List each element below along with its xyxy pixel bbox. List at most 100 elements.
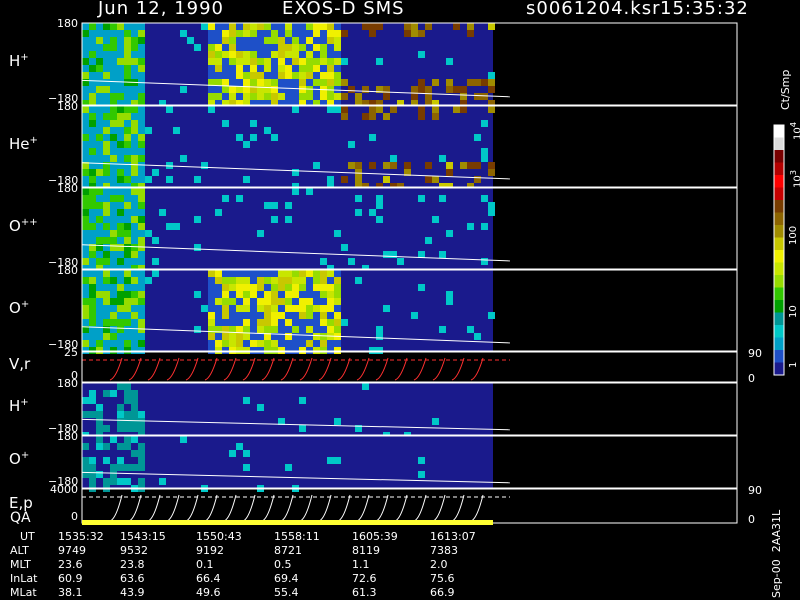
colorbar-segment (774, 137, 784, 150)
panel-7-ymin: 0 (71, 510, 78, 523)
panel-3-ymax: 180 (57, 264, 78, 277)
footer-value: 61.3 (352, 586, 377, 599)
footer-value: 1535:32 (58, 530, 104, 543)
footer-value: 1543:15 (120, 530, 166, 543)
footer-value: 1558:11 (274, 530, 320, 543)
panel-4-sweep (109, 357, 123, 381)
panel-3-label: O+ (9, 298, 30, 317)
footer-value: 8721 (274, 544, 302, 557)
footer-row-label: ALT (10, 544, 29, 557)
colorbar-segment (774, 125, 784, 138)
footer-value: 69.4 (274, 572, 299, 585)
panel-7-sweep (470, 494, 484, 522)
colorbar-tick: 103 (788, 169, 800, 188)
panel-7-sweep (394, 494, 408, 522)
panel-4-sweep (147, 357, 161, 381)
colorbar-segment (774, 362, 784, 375)
panel-4-frame (81, 351, 738, 383)
panel-4-label: V,r (9, 355, 31, 373)
colorbar-segment (774, 237, 784, 250)
colorbar-segment (774, 162, 784, 175)
panel-4-sweep (337, 357, 351, 381)
footer-value: 23.6 (58, 558, 83, 571)
panel-7-sweep (280, 494, 294, 522)
footer-value: 55.4 (274, 586, 299, 599)
panel-4-sweep (166, 357, 180, 381)
colorbar-segment (774, 225, 784, 238)
panel-7-sweep (204, 494, 218, 522)
panel-7-sweep (318, 494, 332, 522)
footer-value: 9532 (120, 544, 148, 557)
panel-4-sweep (451, 357, 465, 381)
footer-side-label: Sep-00 2AA31L (770, 509, 783, 598)
panel-4-sweep (280, 357, 294, 381)
footer-row-label: MLat (10, 586, 37, 599)
panel-6-label: O+ (9, 450, 30, 468)
panel-7-sweep (242, 494, 256, 522)
panel-7-sweep (109, 494, 123, 522)
panel-7-sweep (451, 494, 465, 522)
footer-row-label: UT (20, 530, 35, 543)
colorbar-segment (774, 350, 784, 363)
colorbar-segment (774, 212, 784, 225)
footer-value: 0.5 (274, 558, 292, 571)
panel-4-sweep (394, 357, 408, 381)
footer-value: 60.9 (58, 572, 83, 585)
footer-value: 8119 (352, 544, 380, 557)
header-date: Jun 12, 1990 (98, 0, 225, 19)
colorbar-segment (774, 175, 784, 188)
panel-4-sweep (204, 357, 218, 381)
panel-7-sweep (299, 494, 313, 522)
colorbar-segment (774, 325, 784, 338)
panel-7-sweep (147, 494, 161, 522)
footer-value: 7383 (430, 544, 458, 557)
panel-6-ymax: 180 (57, 430, 78, 443)
panel-4-sweep (413, 357, 427, 381)
footer-value: 1613:07 (430, 530, 476, 543)
panel-1-label: He+ (9, 134, 38, 153)
footer-value: 23.8 (120, 558, 145, 571)
colorbar-segment (774, 287, 784, 300)
panel-5-label: H+ (9, 397, 29, 415)
footer-value: 38.1 (58, 586, 83, 599)
panel-7-sweep (375, 494, 389, 522)
panel-4-sweep (261, 357, 275, 381)
footer-value: 49.6 (196, 586, 221, 599)
panel-7-sweep (128, 494, 142, 522)
footer-value: 9749 (58, 544, 86, 557)
panel-0-ymax: 180 (57, 17, 78, 30)
colorbar-segment (774, 250, 784, 263)
panel-4-sweep (432, 357, 446, 381)
colorbar-tick: 100 (788, 225, 799, 245)
footer-row-label: InLat (10, 572, 38, 585)
panel-4-sweep (470, 357, 484, 381)
colorbar-segment (774, 312, 784, 325)
qa-label: QA (10, 510, 31, 526)
footer-value: 66.4 (196, 572, 221, 585)
qa-bar (82, 520, 493, 525)
panel-0-label: H+ (9, 52, 29, 70)
panel-4-sweep (185, 357, 199, 381)
panel-4-rmin: 0 (748, 372, 755, 385)
colorbar-segment (774, 200, 784, 213)
spectrogram-plot (81, 22, 785, 525)
panel-4-sweep (356, 357, 370, 381)
panel-7-sweep (223, 494, 237, 522)
panel-7-rmax: 90 (748, 484, 762, 497)
colorbar-unit: Ct/Smp (779, 69, 792, 110)
panel-4-ymax: 25 (64, 346, 78, 359)
footer-value: 1605:39 (352, 530, 398, 543)
footer-value: 0.1 (196, 558, 214, 571)
panel-7-sweep (185, 494, 199, 522)
footer-value: 66.9 (430, 586, 455, 599)
panel-7-sweep (337, 494, 351, 522)
footer-value: 43.9 (120, 586, 145, 599)
header-instrument: EXOS-D SMS (282, 0, 405, 19)
colorbar-tick: 104 (788, 121, 800, 140)
panel-7-rmin: 0 (748, 513, 755, 526)
panel-5-ymax: 180 (57, 377, 78, 390)
panel-7-sweep (261, 494, 275, 522)
panel-2-ymax: 180 (57, 182, 78, 195)
header-file: s0061204.ksr (526, 0, 661, 19)
panel-4-rmax: 90 (748, 347, 762, 360)
